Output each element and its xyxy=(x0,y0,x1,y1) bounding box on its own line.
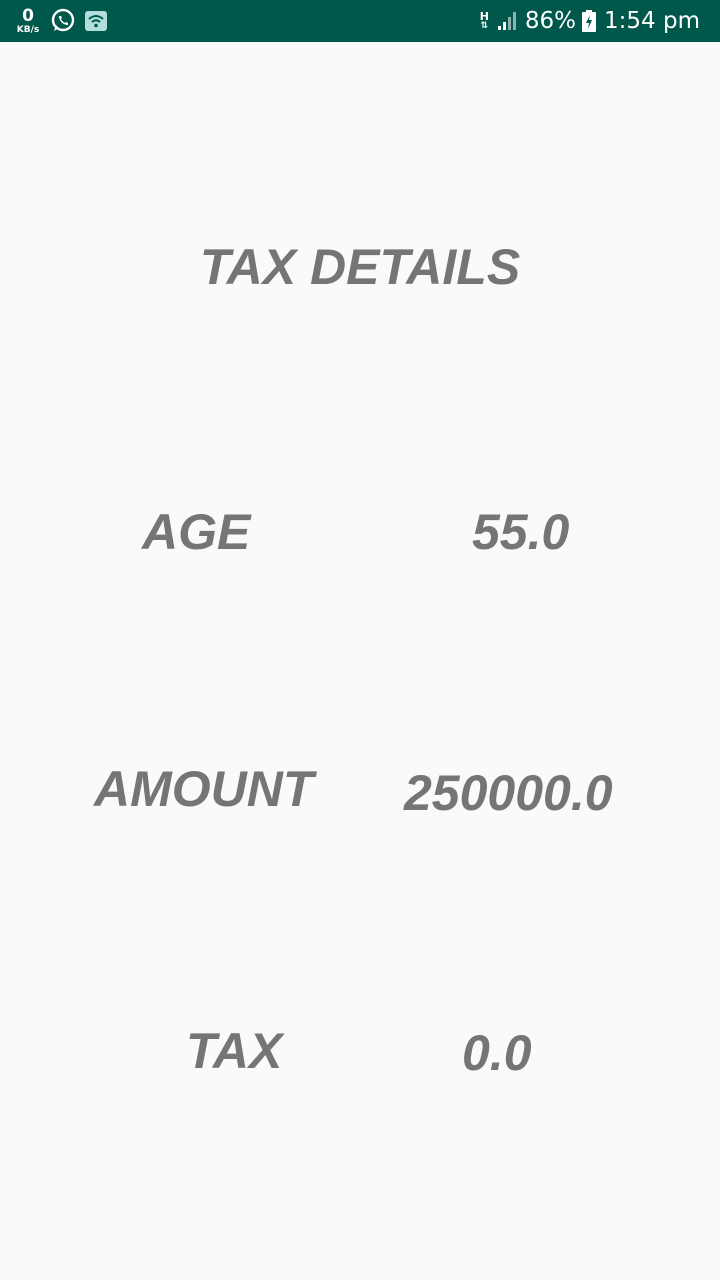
battery-charging-icon xyxy=(582,10,597,32)
network-type-indicator: H ⇅ xyxy=(480,11,489,31)
network-speed-unit: KB/s xyxy=(16,24,40,35)
battery-percentage: 86% xyxy=(524,8,577,34)
network-speed-indicator: 0 KB/s xyxy=(14,5,42,35)
signal-icon xyxy=(497,11,519,31)
clock-time: 1:54 pm xyxy=(604,8,700,34)
tax-value: 0.0 xyxy=(462,1025,532,1081)
amount-label: AMOUNT xyxy=(94,761,314,817)
screenshot-icon xyxy=(84,10,108,32)
page-title: TAX DETAILS xyxy=(199,239,521,295)
age-value: 55.0 xyxy=(472,504,570,560)
amount-value: 250000.0 xyxy=(404,765,613,821)
data-arrows-icon: ⇅ xyxy=(480,21,489,31)
status-bar: 0 KB/s H ⇅ 86% 1:54 pm xyxy=(0,0,720,42)
network-speed-value: 0 xyxy=(22,5,34,26)
status-bar-right: H ⇅ 86% 1:54 pm xyxy=(480,0,700,42)
status-bar-left: 0 KB/s xyxy=(14,6,108,36)
tax-label: TAX xyxy=(186,1023,283,1079)
age-label: AGE xyxy=(142,504,251,560)
whatsapp-icon xyxy=(50,8,76,34)
